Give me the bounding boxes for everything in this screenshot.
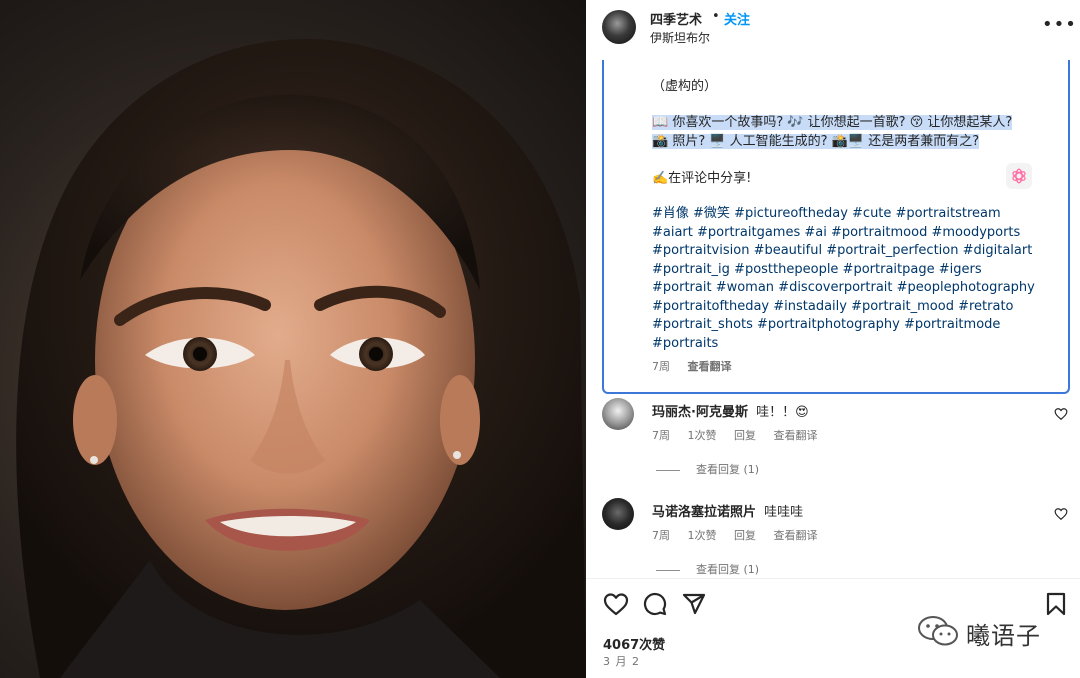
caption-question-line-1: 📖 你喜欢一个故事吗? 🎶 让你想起一首歌? 😚 让你想起某人? bbox=[652, 115, 1013, 130]
caption-share-line: ✍️在评论中分享! bbox=[652, 171, 752, 186]
comment-time: 7周 bbox=[652, 429, 670, 442]
wechat-logo-icon bbox=[918, 616, 958, 646]
comment-author[interactable]: 玛丽杰·阿克曼斯 bbox=[652, 405, 748, 420]
comment-text: 哇！！😍 bbox=[756, 405, 809, 420]
comment-likes[interactable]: 1次赞 bbox=[688, 529, 717, 542]
heart-icon[interactable] bbox=[1054, 406, 1068, 425]
comment-likes[interactable]: 1次赞 bbox=[688, 429, 717, 442]
share-send-icon[interactable] bbox=[682, 592, 706, 620]
view-replies-link[interactable]: 查看回复 (1) bbox=[656, 561, 759, 577]
comment-bubble-icon[interactable] bbox=[643, 592, 667, 620]
follow-button[interactable]: 关注 bbox=[724, 9, 750, 28]
caption-translate-link[interactable]: 查看翻译 bbox=[688, 360, 732, 373]
view-replies-label[interactable]: 查看回复 (1) bbox=[696, 563, 759, 576]
portrait-image bbox=[16, 38, 586, 678]
comment-author[interactable]: 马诺洛塞拉诺照片 bbox=[652, 505, 756, 520]
comment-reply-button[interactable]: 回复 bbox=[734, 429, 756, 442]
commenter-avatar[interactable] bbox=[602, 498, 634, 530]
replies-dash bbox=[656, 569, 680, 571]
post-details-panel: 四季艺术 • 关注 伊斯坦布尔 ••• （虚构的） 📖 你喜欢一个故事吗? 🎶 … bbox=[586, 0, 1080, 678]
heart-icon[interactable] bbox=[1054, 506, 1068, 525]
openai-logo-icon[interactable] bbox=[1006, 163, 1032, 189]
more-options-icon[interactable]: ••• bbox=[1042, 14, 1077, 35]
replies-dash bbox=[656, 469, 680, 471]
like-count[interactable]: 4067次赞 bbox=[603, 634, 665, 653]
comment-reply-button[interactable]: 回复 bbox=[734, 529, 756, 542]
comment-text: 哇哇哇 bbox=[764, 505, 804, 520]
separator-dot: • bbox=[712, 9, 720, 24]
caption-fictional-note: （虚构的） bbox=[652, 79, 718, 94]
post-date: 3 月 2 bbox=[603, 655, 640, 668]
author-username[interactable]: 四季艺术 bbox=[650, 9, 702, 28]
caption-question-line-2: 📸 照片? 🖥️ 人工智能生成的? 📸🖥️ 还是两者兼而有之? bbox=[652, 134, 980, 149]
post-location[interactable]: 伊斯坦布尔 bbox=[650, 29, 710, 46]
caption-meta: 7周 查看翻译 bbox=[652, 358, 746, 374]
view-replies-link[interactable]: 查看回复 (1) bbox=[656, 461, 759, 477]
post-header: 四季艺术 • 关注 伊斯坦布尔 ••• bbox=[586, 0, 1080, 56]
comment-time: 7周 bbox=[652, 529, 670, 542]
commenter-avatar[interactable] bbox=[602, 398, 634, 430]
post-photo[interactable] bbox=[0, 0, 586, 678]
author-avatar[interactable] bbox=[602, 10, 636, 44]
like-heart-icon[interactable] bbox=[603, 592, 629, 620]
actions-divider bbox=[586, 578, 1080, 579]
view-replies-label[interactable]: 查看回复 (1) bbox=[696, 463, 759, 476]
post-caption: （虚构的） 📖 你喜欢一个故事吗? 🎶 让你想起一首歌? 😚 让你想起某人? 📸… bbox=[602, 60, 1070, 394]
comment-translate-link[interactable]: 查看翻译 bbox=[774, 429, 818, 442]
watermark-text: 曦语子 bbox=[966, 622, 1041, 650]
comment-translate-link[interactable]: 查看翻译 bbox=[774, 529, 818, 542]
watermark: 曦语子 bbox=[916, 612, 1056, 650]
caption-time: 7周 bbox=[652, 360, 670, 373]
caption-hashtags[interactable]: #肖像 #微笑 #pictureoftheday #cute #portrait… bbox=[652, 205, 1042, 353]
